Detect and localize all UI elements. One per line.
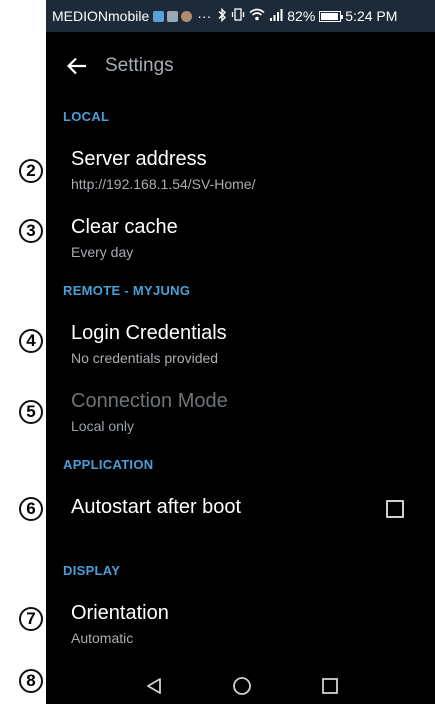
section-application-header: APPLICATION — [63, 457, 154, 472]
app-notification-icon — [153, 10, 165, 22]
callout-2: 2 — [19, 159, 43, 183]
autostart-checkbox[interactable] — [386, 500, 404, 518]
signal-icon — [269, 8, 283, 24]
battery-percent: 82% — [287, 8, 316, 24]
setting-summary: Every day — [71, 244, 134, 260]
callout-4: 4 — [19, 329, 43, 353]
setting-title: Server address — [71, 148, 207, 170]
setting-summary: Automatic — [71, 630, 134, 646]
callout-column: 2 3 4 5 6 7 8 — [0, 0, 46, 704]
setting-title: Login Credentials — [71, 322, 227, 344]
callout-7: 7 — [19, 607, 43, 631]
nav-back-icon[interactable] — [142, 674, 166, 698]
setting-server-address[interactable]: Server address http://192.168.1.54/SV-Ho… — [71, 147, 421, 193]
more-notifications-icon: ··· — [197, 8, 212, 24]
nav-recents-icon[interactable] — [318, 674, 342, 698]
section-remote-header: REMOTE - MYJUNG — [63, 283, 191, 298]
page-title: Settings — [105, 55, 174, 76]
battery-icon — [319, 10, 344, 22]
setting-login-credentials[interactable]: Login Credentials No credentials provide… — [71, 321, 421, 367]
callout-6: 6 — [19, 497, 43, 521]
setting-orientation[interactable]: Orientation Automatic — [71, 601, 421, 647]
section-local-header: LOCAL — [63, 109, 110, 124]
app-toolbar: Settings — [46, 32, 435, 100]
status-time: 5:24 PM — [345, 8, 398, 24]
setting-title: Connection Mode — [71, 390, 228, 412]
app-notification-icon-2 — [181, 10, 193, 22]
setting-clear-cache[interactable]: Clear cache Every day — [71, 215, 421, 261]
back-arrow-icon[interactable] — [62, 51, 92, 81]
vibrate-icon — [231, 8, 245, 24]
setting-connection-mode: Connection Mode Local only — [71, 389, 421, 435]
carrier-name: MEDIONmobile — [52, 8, 150, 24]
section-display-header: DISPLAY — [63, 563, 121, 578]
gallery-notification-icon — [167, 10, 179, 22]
callout-5: 5 — [19, 400, 43, 424]
setting-title: Clear cache — [71, 216, 178, 238]
bluetooth-icon — [217, 7, 227, 25]
callout-8: 8 — [19, 669, 43, 693]
status-bar: MEDIONmobile ··· 82% 5:24 PM — [46, 0, 435, 32]
setting-summary: http://192.168.1.54/SV-Home/ — [71, 176, 256, 192]
callout-3: 3 — [19, 219, 43, 243]
setting-summary: No credentials provided — [71, 350, 219, 366]
nav-home-icon[interactable] — [230, 674, 254, 698]
system-nav-bar — [46, 666, 435, 704]
setting-title: Orientation — [71, 602, 169, 624]
setting-title: Autostart after boot — [71, 496, 242, 518]
wifi-icon — [249, 8, 265, 24]
setting-autostart[interactable]: Autostart after boot — [71, 495, 421, 519]
phone-screen: MEDIONmobile ··· 82% 5:24 PM Settings LO… — [46, 0, 435, 704]
setting-summary: Local only — [71, 418, 135, 434]
battery-fill — [321, 12, 338, 20]
